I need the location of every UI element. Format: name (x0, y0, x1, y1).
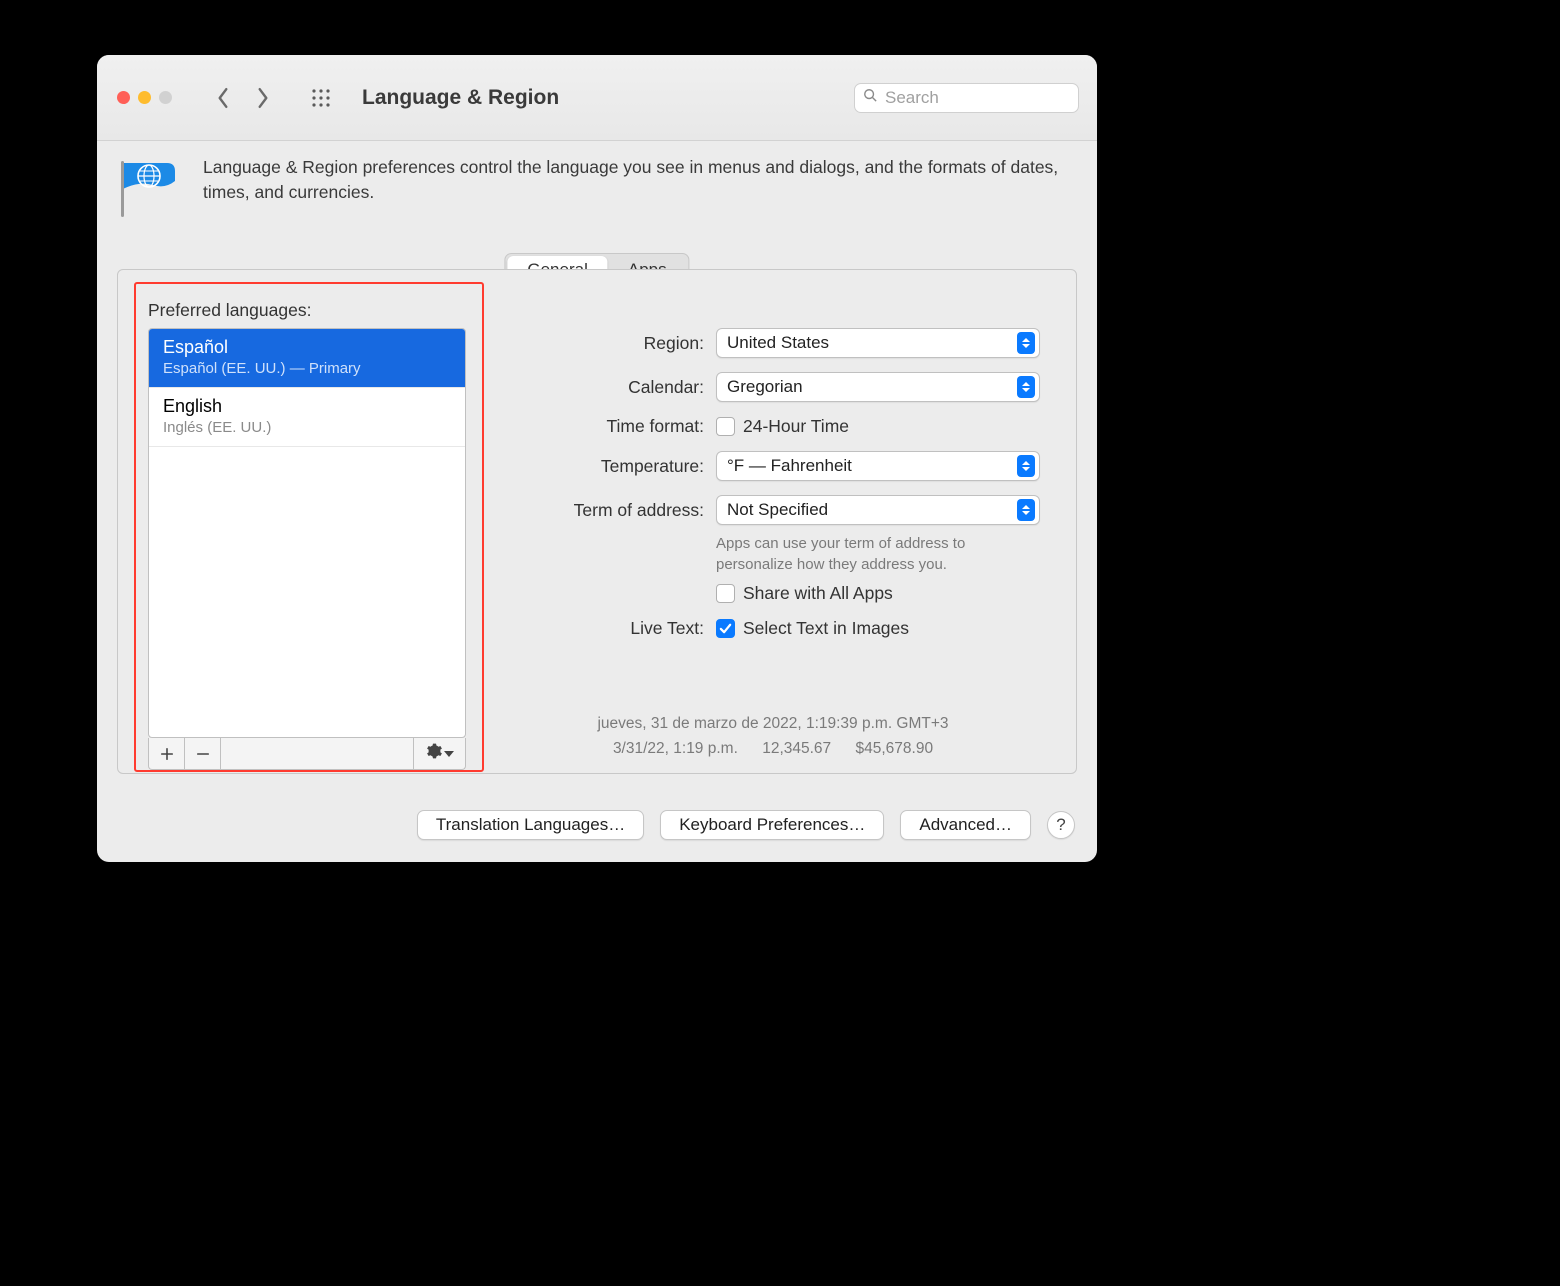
gear-icon (426, 743, 442, 764)
back-button[interactable] (206, 82, 240, 114)
language-name: English (163, 396, 451, 417)
nav-buttons (206, 82, 280, 114)
main-panel: Preferred languages: Español Español (EE… (117, 269, 1077, 774)
timeformat-label: Time format: (506, 416, 716, 437)
language-actions-menu[interactable] (413, 738, 465, 769)
sample-currency: $45,678.90 (855, 737, 933, 762)
settings-column: Region: United States Calendar: Gregoria… (506, 328, 1040, 653)
intro: Language & Region preferences control th… (117, 155, 1077, 223)
search-icon (863, 88, 877, 107)
language-item[interactable]: English Inglés (EE. UU.) (149, 388, 465, 447)
language-sub: Inglés (EE. UU.) (163, 419, 451, 436)
help-button[interactable]: ? (1047, 811, 1075, 839)
sample-date: 3/31/22, 1:19 p.m. (613, 737, 738, 762)
timeformat-row: Time format: 24-Hour Time (506, 416, 1040, 437)
remove-language-button[interactable] (185, 738, 221, 769)
region-dropdown[interactable]: United States (716, 328, 1040, 358)
region-row: Region: United States (506, 328, 1040, 358)
share-row: Share with All Apps (506, 583, 1040, 604)
sample-number: 12,345.67 (762, 737, 831, 762)
titlebar: Language & Region (97, 55, 1097, 141)
term-row: Term of address: Not Specified (506, 495, 1040, 525)
stepper-icon (1017, 376, 1035, 398)
calendar-value: Gregorian (727, 377, 803, 397)
term-hint: Apps can use your term of address to per… (716, 533, 1040, 575)
window-title: Language & Region (362, 86, 559, 110)
livetext-checkbox[interactable] (716, 619, 735, 638)
calendar-row: Calendar: Gregorian (506, 372, 1040, 402)
region-value: United States (727, 333, 829, 353)
close-button[interactable] (117, 91, 130, 104)
share-checkbox[interactable] (716, 584, 735, 603)
chevron-down-icon (444, 751, 454, 757)
add-language-button[interactable] (149, 738, 185, 769)
calendar-dropdown[interactable]: Gregorian (716, 372, 1040, 402)
maximize-button[interactable] (159, 91, 172, 104)
translation-languages-button[interactable]: Translation Languages… (417, 810, 644, 840)
temperature-value: °F — Fahrenheit (727, 456, 852, 476)
share-label: Share with All Apps (743, 583, 893, 604)
footer-buttons: Translation Languages… Keyboard Preferen… (417, 810, 1075, 840)
term-value: Not Specified (727, 500, 828, 520)
preferred-languages-label: Preferred languages: (148, 300, 311, 321)
languages-toolbar (148, 738, 466, 770)
term-label: Term of address: (506, 500, 716, 521)
search-input[interactable] (883, 87, 1070, 109)
intro-text: Language & Region preferences control th… (203, 155, 1063, 206)
traffic-lights (117, 91, 172, 104)
advanced-button[interactable]: Advanced… (900, 810, 1031, 840)
forward-button[interactable] (246, 82, 280, 114)
language-name: Español (163, 337, 451, 358)
calendar-label: Calendar: (506, 377, 716, 398)
language-item-primary[interactable]: Español Español (EE. UU.) — Primary (149, 329, 465, 388)
globe-flag-icon (117, 155, 185, 223)
content-area: Language & Region preferences control th… (97, 141, 1097, 862)
minimize-button[interactable] (138, 91, 151, 104)
show-all-button[interactable] (306, 83, 336, 113)
livetext-checkbox-label: Select Text in Images (743, 618, 909, 639)
region-label: Region: (506, 333, 716, 354)
sample-line1: jueves, 31 de marzo de 2022, 1:19:39 p.m… (506, 712, 1040, 737)
format-sample: jueves, 31 de marzo de 2022, 1:19:39 p.m… (506, 712, 1040, 762)
keyboard-preferences-button[interactable]: Keyboard Preferences… (660, 810, 884, 840)
preferences-window: Language & Region Language & (97, 55, 1097, 862)
term-dropdown[interactable]: Not Specified (716, 495, 1040, 525)
language-sub: Español (EE. UU.) — Primary (163, 360, 451, 377)
temperature-label: Temperature: (506, 456, 716, 477)
languages-list[interactable]: Español Español (EE. UU.) — Primary Engl… (148, 328, 466, 738)
temperature-dropdown[interactable]: °F — Fahrenheit (716, 451, 1040, 481)
temperature-row: Temperature: °F — Fahrenheit (506, 451, 1040, 481)
livetext-label: Live Text: (506, 618, 716, 639)
search-field-wrap[interactable] (854, 83, 1079, 113)
livetext-row: Live Text: Select Text in Images (506, 618, 1040, 639)
24hour-checkbox[interactable] (716, 417, 735, 436)
stepper-icon (1017, 499, 1035, 521)
stepper-icon (1017, 332, 1035, 354)
24hour-label: 24-Hour Time (743, 416, 849, 437)
stepper-icon (1017, 455, 1035, 477)
